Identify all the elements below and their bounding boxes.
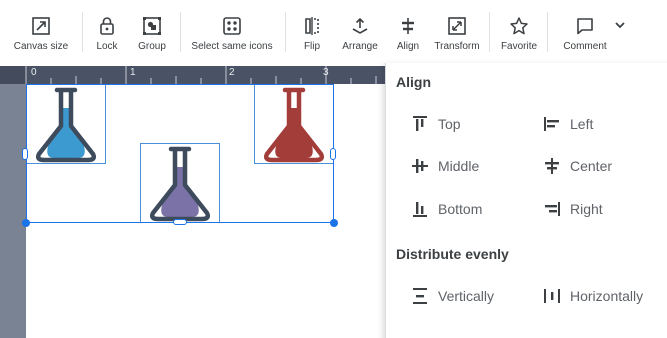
distribute-vertically-icon [408, 284, 432, 308]
ruler-tick-label: 2 [229, 67, 235, 78]
distribute-vertically-label: Vertically [438, 288, 495, 304]
distribute-horizontally-icon [540, 284, 564, 308]
distribute-horizontally-option[interactable]: Horizontally [540, 284, 643, 308]
separator [285, 12, 286, 52]
separator [180, 12, 181, 52]
lock-button[interactable]: Lock [92, 8, 122, 58]
resize-handle[interactable] [173, 219, 187, 225]
vertical-ruler [0, 66, 26, 338]
align-left-option[interactable]: Left [540, 112, 593, 136]
align-left-icon [540, 112, 564, 136]
comment-icon [573, 14, 597, 38]
select-same-icons-label: Select same icons [191, 41, 273, 52]
separator [489, 12, 490, 52]
align-center-icon [540, 154, 564, 178]
flip-icon [300, 14, 324, 38]
align-label: Align [396, 41, 420, 52]
align-button[interactable]: Align [393, 8, 423, 58]
align-bottom-option[interactable]: Bottom [408, 197, 482, 221]
group-label: Group [138, 41, 166, 52]
horizontal-ruler: 0 1 2 3 [0, 66, 390, 84]
align-bottom-label: Bottom [438, 201, 483, 217]
favorite-button[interactable]: Favorite [498, 8, 540, 58]
align-panel: Align Top Left Middle Center Bottom Righ… [385, 63, 667, 338]
align-top-icon [408, 112, 432, 136]
transform-button[interactable]: Transform [432, 8, 482, 58]
distribute-horizontally-label: Horizontally [570, 288, 644, 304]
align-middle-label: Middle [438, 158, 480, 174]
group-button[interactable]: Group [133, 8, 171, 58]
star-icon [507, 14, 531, 38]
lock-label: Lock [96, 41, 118, 52]
toolbar: Canvas size Lock Group Select same icons… [0, 0, 667, 64]
resize-handle[interactable] [22, 219, 30, 227]
align-icon [396, 14, 420, 38]
canvas-size-button[interactable]: Canvas size [10, 8, 72, 58]
separator [82, 12, 83, 52]
lock-icon [95, 14, 119, 38]
arrange-button[interactable]: Arrange [339, 8, 381, 58]
select-same-icons-button[interactable]: Select same icons [190, 8, 274, 58]
resize-icon [29, 14, 53, 38]
ruler-tick-label: 3 [323, 67, 329, 78]
resize-handle[interactable] [330, 148, 336, 160]
ruler-tick-label: 0 [31, 67, 37, 78]
chevron-down-icon[interactable] [612, 17, 628, 33]
comment-label: Comment [563, 41, 607, 52]
separator [547, 12, 548, 52]
align-right-icon [540, 197, 564, 221]
transform-icon [445, 14, 469, 38]
arrange-icon [348, 14, 372, 38]
ruler-tick-label: 1 [130, 67, 136, 78]
arrange-label: Arrange [342, 41, 378, 52]
distribute-vertically-option[interactable]: Vertically [408, 284, 494, 308]
distribute-heading: Distribute evenly [396, 246, 509, 262]
favorite-label: Favorite [500, 41, 538, 52]
align-left-label: Left [570, 116, 594, 132]
ruler-ticks [25, 66, 377, 84]
align-right-label: Right [570, 201, 603, 217]
flip-button[interactable]: Flip [298, 8, 326, 58]
flip-label: Flip [303, 41, 321, 52]
align-center-option[interactable]: Center [540, 154, 612, 178]
canvas-size-label: Canvas size [13, 41, 69, 52]
resize-handle[interactable] [22, 148, 28, 160]
align-top-label: Top [438, 116, 461, 132]
align-bottom-icon [408, 197, 432, 221]
resize-handle[interactable] [330, 219, 338, 227]
selection-box [26, 84, 334, 223]
align-top-option[interactable]: Top [408, 112, 461, 136]
align-heading: Align [396, 74, 431, 90]
transform-label: Transform [434, 41, 480, 52]
comment-button[interactable]: Comment [559, 8, 611, 58]
select-same-icon [220, 14, 244, 38]
align-right-option[interactable]: Right [540, 197, 603, 221]
align-middle-option[interactable]: Middle [408, 154, 479, 178]
align-center-label: Center [570, 158, 613, 174]
align-middle-icon [408, 154, 432, 178]
group-icon [140, 14, 164, 38]
